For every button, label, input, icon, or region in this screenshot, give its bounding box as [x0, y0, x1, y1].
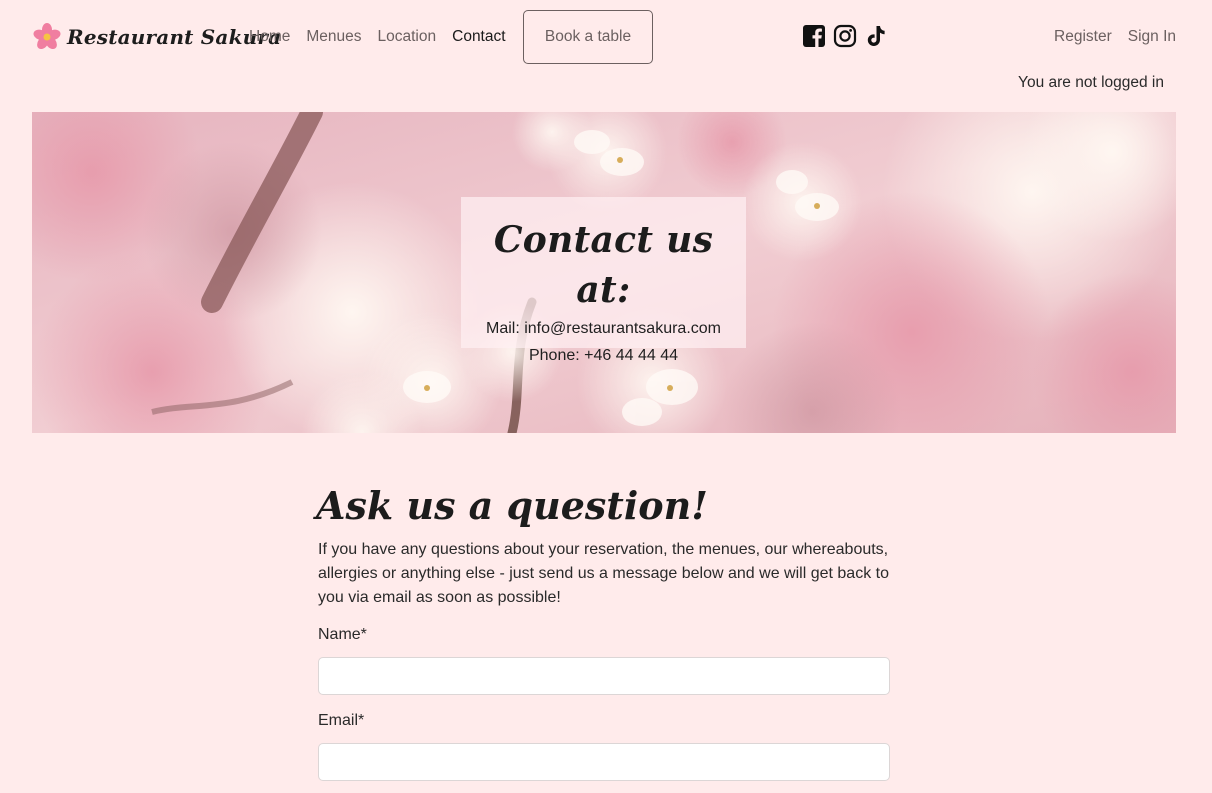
main-nav: Home Menues Location Contact: [241, 20, 514, 54]
navbar: Restaurant Sakura Home Menues Location C…: [0, 0, 1212, 72]
contact-info-box: Contact us at: Mail: info@restaurantsaku…: [461, 197, 746, 364]
nav-menues[interactable]: Menues: [298, 28, 369, 46]
email-label: Email*: [318, 712, 365, 729]
form-description: If you have any questions about your res…: [318, 541, 889, 606]
book-table-button[interactable]: Book a table: [523, 10, 653, 64]
email-input[interactable]: [318, 743, 890, 781]
sakura-logo-icon: [33, 23, 61, 50]
contact-phone: Phone: +46 44 44 44: [528, 347, 679, 364]
facebook-icon[interactable]: [802, 24, 826, 48]
login-status: You are not logged in: [1018, 74, 1164, 91]
nav-home[interactable]: Home: [241, 28, 298, 46]
name-input[interactable]: [318, 657, 890, 695]
social-links: [802, 24, 888, 48]
instagram-icon[interactable]: [833, 24, 857, 48]
form-title: Ask us a question!: [316, 483, 708, 528]
name-label: Name*: [318, 626, 367, 643]
tiktok-icon[interactable]: [864, 24, 888, 48]
hero-title: Contact us at:: [493, 219, 714, 311]
contact-mail: Mail: info@restaurantsakura.com: [486, 320, 721, 337]
nav-location[interactable]: Location: [370, 28, 445, 46]
nav-contact[interactable]: Contact: [444, 28, 513, 46]
register-link[interactable]: Register: [1038, 28, 1112, 46]
question-form: Ask us a question! If you have any quest…: [316, 478, 890, 781]
hero-banner: Contact us at: Mail: info@restaurantsaku…: [32, 112, 1176, 433]
sign-in-link[interactable]: Sign In: [1112, 28, 1176, 46]
auth-links: Register Sign In: [1038, 20, 1176, 54]
